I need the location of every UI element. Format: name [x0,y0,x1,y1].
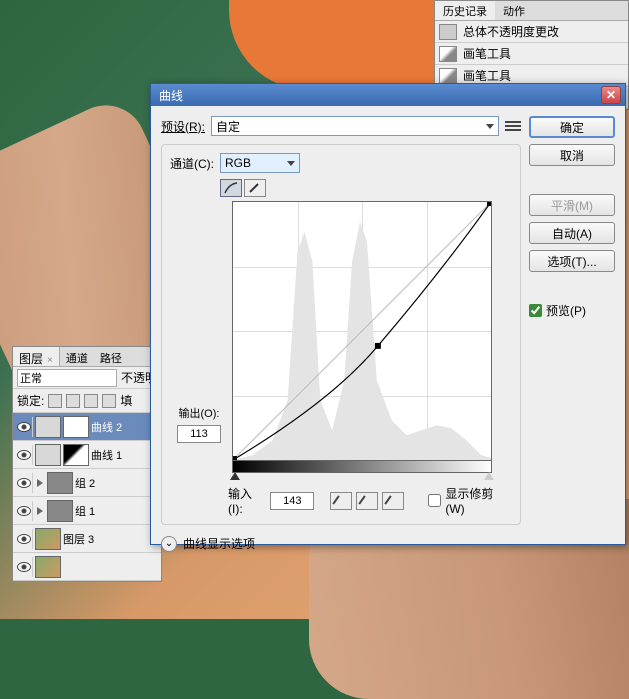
history-item[interactable]: 画笔工具 [435,43,628,65]
layer-name: 组 1 [75,503,95,519]
input-label: 输入(I): [228,485,266,516]
layer-name: 组 2 [75,475,95,491]
white-eyedropper[interactable] [382,492,404,510]
output-input[interactable] [177,425,221,443]
preset-menu-icon[interactable] [505,118,521,134]
lock-position-icon[interactable] [84,394,98,408]
fill-label: 填 [120,392,132,409]
expand-options-button[interactable]: ⌄ [161,536,177,552]
blend-mode-select[interactable]: 正常 [17,369,117,387]
channel-label: 通道(C): [170,155,214,172]
layer-name: 图层 3 [63,531,94,547]
lock-all-icon[interactable] [102,394,116,408]
history-label: 画笔工具 [463,67,511,84]
input-gradient[interactable] [232,461,492,473]
folder-icon [47,500,73,522]
close-button[interactable]: ✕ [601,86,621,104]
lock-label: 锁定: [17,392,44,409]
curves-dialog: 曲线 ✕ 预设(R): 自定 通道(C): RGB 输出( [150,83,626,545]
black-point-slider[interactable] [230,472,240,480]
auto-button[interactable]: 自动(A) [529,222,615,244]
brush-icon [439,46,457,62]
brush-icon [439,68,457,84]
white-point-slider[interactable] [484,472,494,480]
black-eyedropper[interactable] [330,492,352,510]
titlebar[interactable]: 曲线 ✕ [151,84,625,106]
visibility-icon[interactable] [15,445,33,465]
ok-button[interactable]: 确定 [529,116,615,138]
curves-thumb [35,444,61,466]
options-button[interactable]: 选项(T)... [529,250,615,272]
show-clip-checkbox[interactable] [428,494,441,507]
curves-thumb [35,416,61,438]
tab-actions[interactable]: 动作 [495,1,533,20]
layers-panel: 图层× 通道 路径 正常 不透明 锁定: 填 曲线 2 曲线 1 组 2 组 1 [12,346,162,582]
visibility-icon[interactable] [15,501,33,521]
lock-pixels-icon[interactable] [66,394,80,408]
layer-thumb [35,528,61,550]
channel-select[interactable]: RGB [220,153,300,173]
mask-thumb [63,444,89,466]
show-clip-label: 显示修剪(W) [445,485,512,516]
folder-toggle-icon[interactable] [37,507,43,515]
layer-row[interactable]: 组 1 [13,497,161,525]
preview-checkbox[interactable] [529,304,542,317]
tab-layers[interactable]: 图层× [13,347,60,366]
preset-select[interactable]: 自定 [211,116,499,136]
input-input[interactable] [270,492,314,510]
curve-line [233,202,491,460]
layer-name: 曲线 1 [91,447,122,463]
tab-channels[interactable]: 通道 [60,347,94,366]
layer-row[interactable] [13,553,161,581]
history-label: 总体不透明度更改 [463,23,559,40]
history-item[interactable]: 总体不透明度更改 [435,21,628,43]
layer-row[interactable]: 图层 3 [13,525,161,553]
smooth-button[interactable]: 平滑(M) [529,194,615,216]
pencil-tool-button[interactable] [244,179,266,197]
layer-row[interactable]: 组 2 [13,469,161,497]
curve-options-label: 曲线显示选项 [183,535,255,552]
layer-name: 曲线 2 [91,419,122,435]
layer-row[interactable]: 曲线 2 [13,413,161,441]
history-label: 画笔工具 [463,45,511,62]
layer-thumb [35,556,61,578]
layers-icon [439,24,457,40]
cancel-button[interactable]: 取消 [529,144,615,166]
folder-toggle-icon[interactable] [37,479,43,487]
curve-tool-button[interactable] [220,179,242,197]
visibility-icon[interactable] [15,417,33,437]
visibility-icon[interactable] [15,473,33,493]
layer-row[interactable]: 曲线 1 [13,441,161,469]
mask-thumb [63,416,89,438]
dialog-title: 曲线 [155,87,601,104]
tab-history[interactable]: 历史记录 [435,1,495,20]
curves-graph[interactable] [232,201,492,461]
output-label: 输出(O): [179,405,220,421]
lock-transparent-icon[interactable] [48,394,62,408]
visibility-icon[interactable] [15,557,33,577]
folder-icon [47,472,73,494]
preview-label: 预览(P) [546,302,586,319]
gray-eyedropper[interactable] [356,492,378,510]
tab-paths[interactable]: 路径 [94,347,128,366]
visibility-icon[interactable] [15,529,33,549]
preset-label: 预设(R): [161,118,205,135]
